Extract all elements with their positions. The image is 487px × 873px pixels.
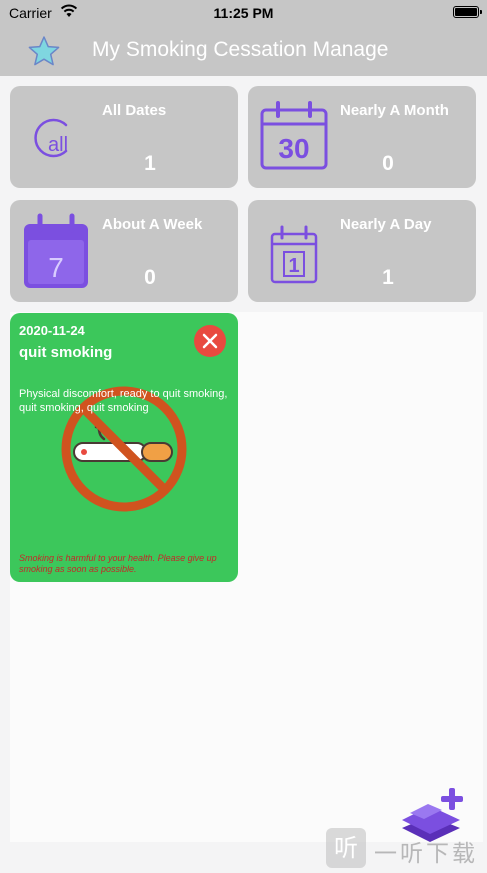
svg-text:all: all [48, 134, 68, 156]
stat-value: 0 [382, 152, 394, 175]
status-time: 11:25 PM [213, 5, 274, 21]
record-card[interactable]: 2020-11-24 quit smoking Physical discomf… [10, 313, 238, 582]
stat-card-nearly-a-month[interactable]: 30 Nearly A Month 0 [248, 86, 476, 188]
close-icon [202, 333, 218, 349]
all-icon: all [34, 118, 68, 158]
page-title: My Smoking Cessation Manage [92, 38, 389, 61]
battery-fill [455, 8, 477, 16]
record-title: quit smoking [19, 344, 113, 361]
stat-value: 1 [382, 266, 394, 289]
star-icon[interactable] [28, 36, 60, 66]
stat-label: Nearly A Month [340, 102, 449, 119]
watermark-text: 一听下载 [374, 841, 478, 867]
stat-value: 0 [144, 266, 156, 289]
battery-icon [453, 6, 482, 18]
svg-text:7: 7 [48, 252, 64, 283]
record-date: 2020-11-24 [19, 323, 85, 338]
stat-card-nearly-a-day[interactable]: 1 Nearly A Day 1 [248, 200, 476, 302]
record-warning: Smoking is harmful to your health. Pleas… [19, 553, 217, 574]
svg-text:1: 1 [288, 255, 299, 277]
stat-label: About A Week [102, 216, 203, 233]
calendar-30-icon: 30 [260, 101, 328, 170]
calendar-7-icon: 7 [24, 213, 88, 288]
watermark: 听 一听下载 [326, 826, 482, 870]
stat-value: 1 [144, 152, 156, 175]
delete-record-button[interactable] [194, 325, 226, 357]
calendar-1-icon: 1 [270, 225, 318, 284]
status-bar: Carrier 11:25 PM [0, 0, 487, 26]
stat-label: Nearly A Day [340, 216, 432, 233]
stat-card-about-a-week[interactable]: 7 About A Week 0 [10, 200, 238, 302]
stat-label: All Dates [102, 102, 167, 119]
svg-text:30: 30 [278, 133, 309, 164]
record-description: Physical discomfort, ready to quit smoki… [19, 388, 228, 414]
stat-card-all-dates[interactable]: all All Dates 1 [10, 86, 238, 188]
nav-bar: My Smoking Cessation Manage [0, 26, 487, 76]
watermark-logo-char: 听 [334, 834, 358, 862]
